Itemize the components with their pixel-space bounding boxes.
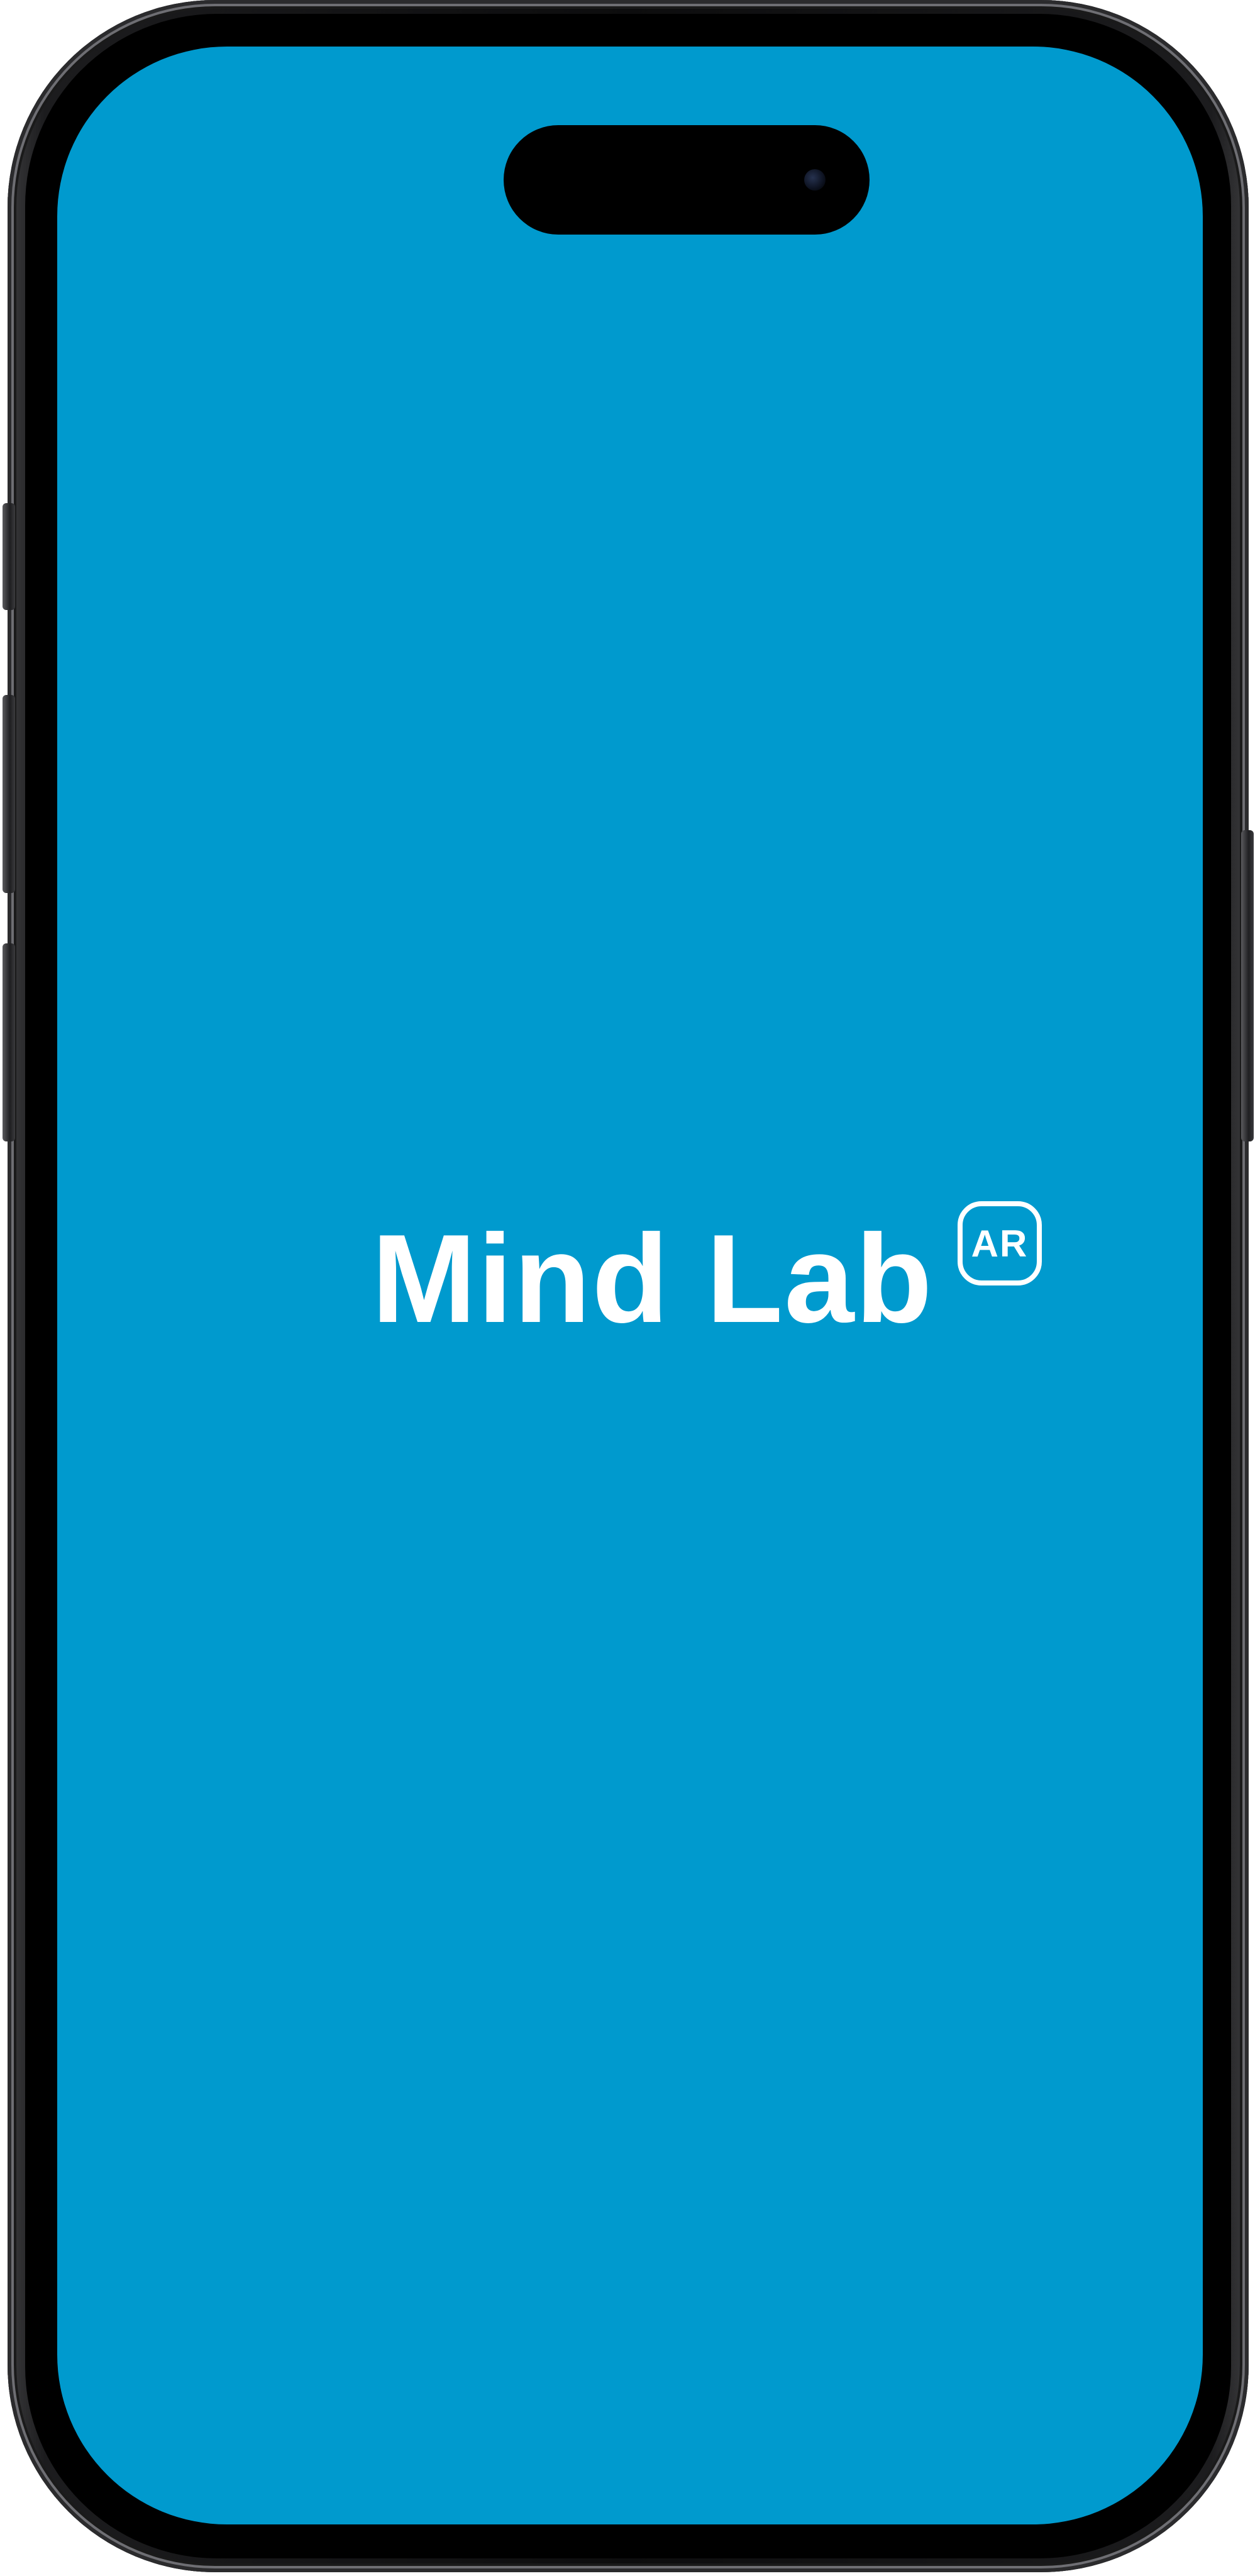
splash-screen: Mind Lab AR <box>57 47 1203 2524</box>
app-name: Mind Lab <box>372 1209 934 1349</box>
camera-icon <box>804 169 826 191</box>
action-button <box>3 503 15 610</box>
ar-badge: AR <box>958 1201 1042 1285</box>
power-button <box>1241 830 1254 1141</box>
volume-up-button <box>3 695 15 893</box>
app-logo: Mind Lab AR <box>372 1141 1082 1355</box>
dynamic-island <box>504 125 870 235</box>
volume-down-button <box>3 943 15 1141</box>
